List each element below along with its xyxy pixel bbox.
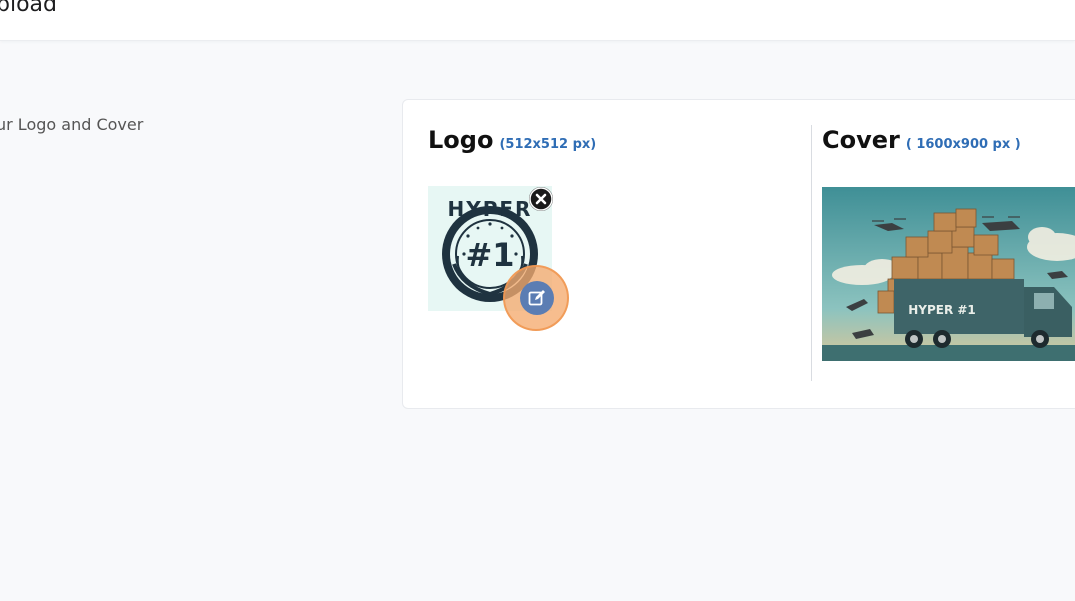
logo-image-word: HYPER <box>448 197 533 221</box>
edit-square-icon <box>528 290 545 306</box>
cover-heading: Cover ( 1600x900 px ) <box>822 126 1021 154</box>
top-header-bar: pload <box>0 0 1075 41</box>
cover-dimensions: ( 1600x900 px ) <box>905 137 1021 152</box>
logo-title: Logo <box>428 126 494 154</box>
logo-dimensions: (512x512 px) <box>499 137 597 152</box>
page-title: pload <box>0 0 57 17</box>
close-circle-icon <box>529 187 553 211</box>
logo-heading: Logo (512x512 px) <box>428 126 596 154</box>
cover-image[interactable]: HYPER #1 <box>822 187 1075 361</box>
section-description: ur Logo and Cover <box>0 115 144 134</box>
card-divider <box>811 125 812 381</box>
cover-truck-label: HYPER #1 <box>908 303 976 317</box>
cover-image-graphic: HYPER #1 <box>822 187 1075 361</box>
cover-title: Cover <box>822 126 900 154</box>
logo-image-number: #1 <box>465 236 514 274</box>
remove-logo-button[interactable] <box>529 187 553 211</box>
edit-logo-button[interactable] <box>520 281 554 315</box>
